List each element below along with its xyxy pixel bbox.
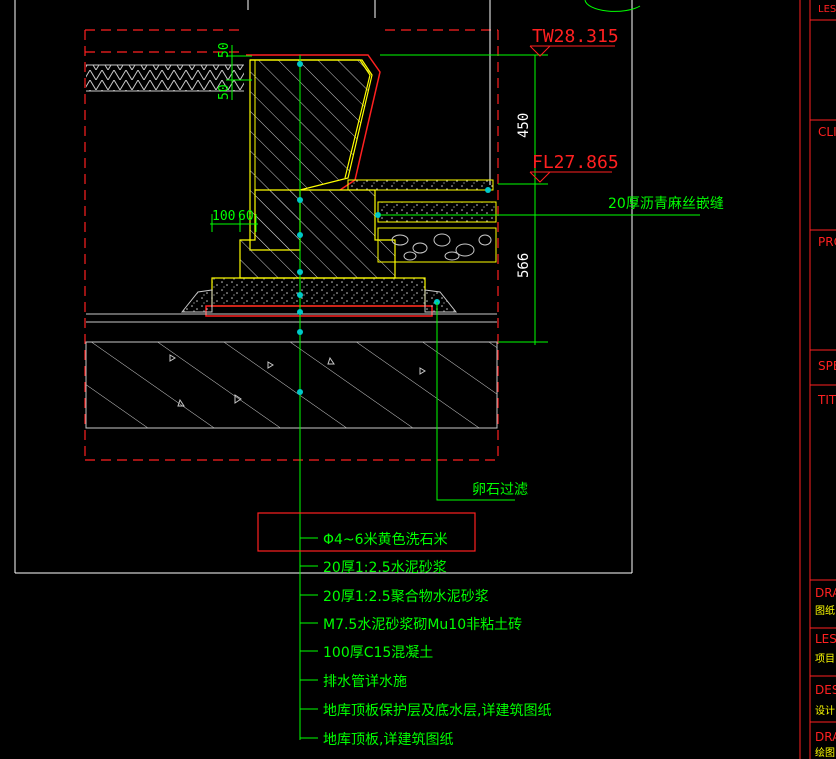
layer-callouts: Φ4~6米黄色洗石米 20厚1:2.5水泥砂浆 20厚1:2.5聚合物水泥砂浆 … xyxy=(257,512,551,748)
elevation-tw: TW28.315 xyxy=(529,26,619,57)
tb-label-0: LES xyxy=(818,4,836,15)
title-block: LES CLI PRO SPE TIT DRA 图纸 LES 项目 DES 设计… xyxy=(799,0,836,759)
layer-7: 地库顶板,详建筑图纸 xyxy=(323,732,453,748)
layer-6: 地库顶板保护层及底水层,详建筑图纸 xyxy=(323,703,551,719)
dim-top-value: 50 xyxy=(217,42,232,58)
tb-sub-3: 绘图 xyxy=(815,746,835,759)
elevation-fl: FL27.865 xyxy=(529,152,619,183)
tb-sub-2: 设计 xyxy=(815,704,835,717)
tb-label-6: LES xyxy=(815,632,836,646)
layer-1: 20厚1:2.5水泥砂浆 xyxy=(323,560,447,576)
layer-0: Φ4~6米黄色洗石米 xyxy=(323,531,448,548)
joint-callout-label: 20厚沥青麻丝嵌缝 xyxy=(608,196,724,212)
tb-sub-0: 图纸 xyxy=(815,604,835,617)
tb-label-1: CLI xyxy=(818,125,836,139)
elevation-fl-label: FL27.865 xyxy=(532,152,619,173)
layer-3: M7.5水泥砂浆砌Mu10非粘土砖 xyxy=(323,617,522,633)
layer-2: 20厚1:2.5聚合物水泥砂浆 xyxy=(323,589,489,605)
pebble-callout-label: 卵石过滤 xyxy=(472,482,528,498)
dim-height-upper: 450 xyxy=(516,113,532,138)
layer-5: 排水管详水施 xyxy=(323,674,407,690)
cad-drawing-canvas: LES CLI PRO SPE TIT DRA 图纸 LES 项目 DES 设计… xyxy=(14,0,836,759)
tb-label-7: DES xyxy=(815,683,836,697)
dim-width-value2: 60 xyxy=(238,209,254,224)
retaining-wall xyxy=(239,54,396,279)
layer-4: 100厚C15混凝土 xyxy=(323,645,433,661)
elevation-tw-label: TW28.315 xyxy=(532,26,619,47)
tb-sub-1: 项目 xyxy=(815,653,835,665)
tb-label-3: SPE xyxy=(818,359,836,373)
concrete-footing xyxy=(180,277,458,317)
tb-label-5: DRA xyxy=(815,586,836,600)
dim-width-value: 100 xyxy=(212,209,235,224)
slab-layers xyxy=(85,313,498,429)
dim-mid-value: 50 xyxy=(217,84,232,100)
tb-label-8: DRA xyxy=(815,730,836,744)
dim-height-lower: 566 xyxy=(516,253,532,278)
tb-label-4: TIT xyxy=(817,393,836,407)
tb-label-2: PRO xyxy=(818,235,836,249)
